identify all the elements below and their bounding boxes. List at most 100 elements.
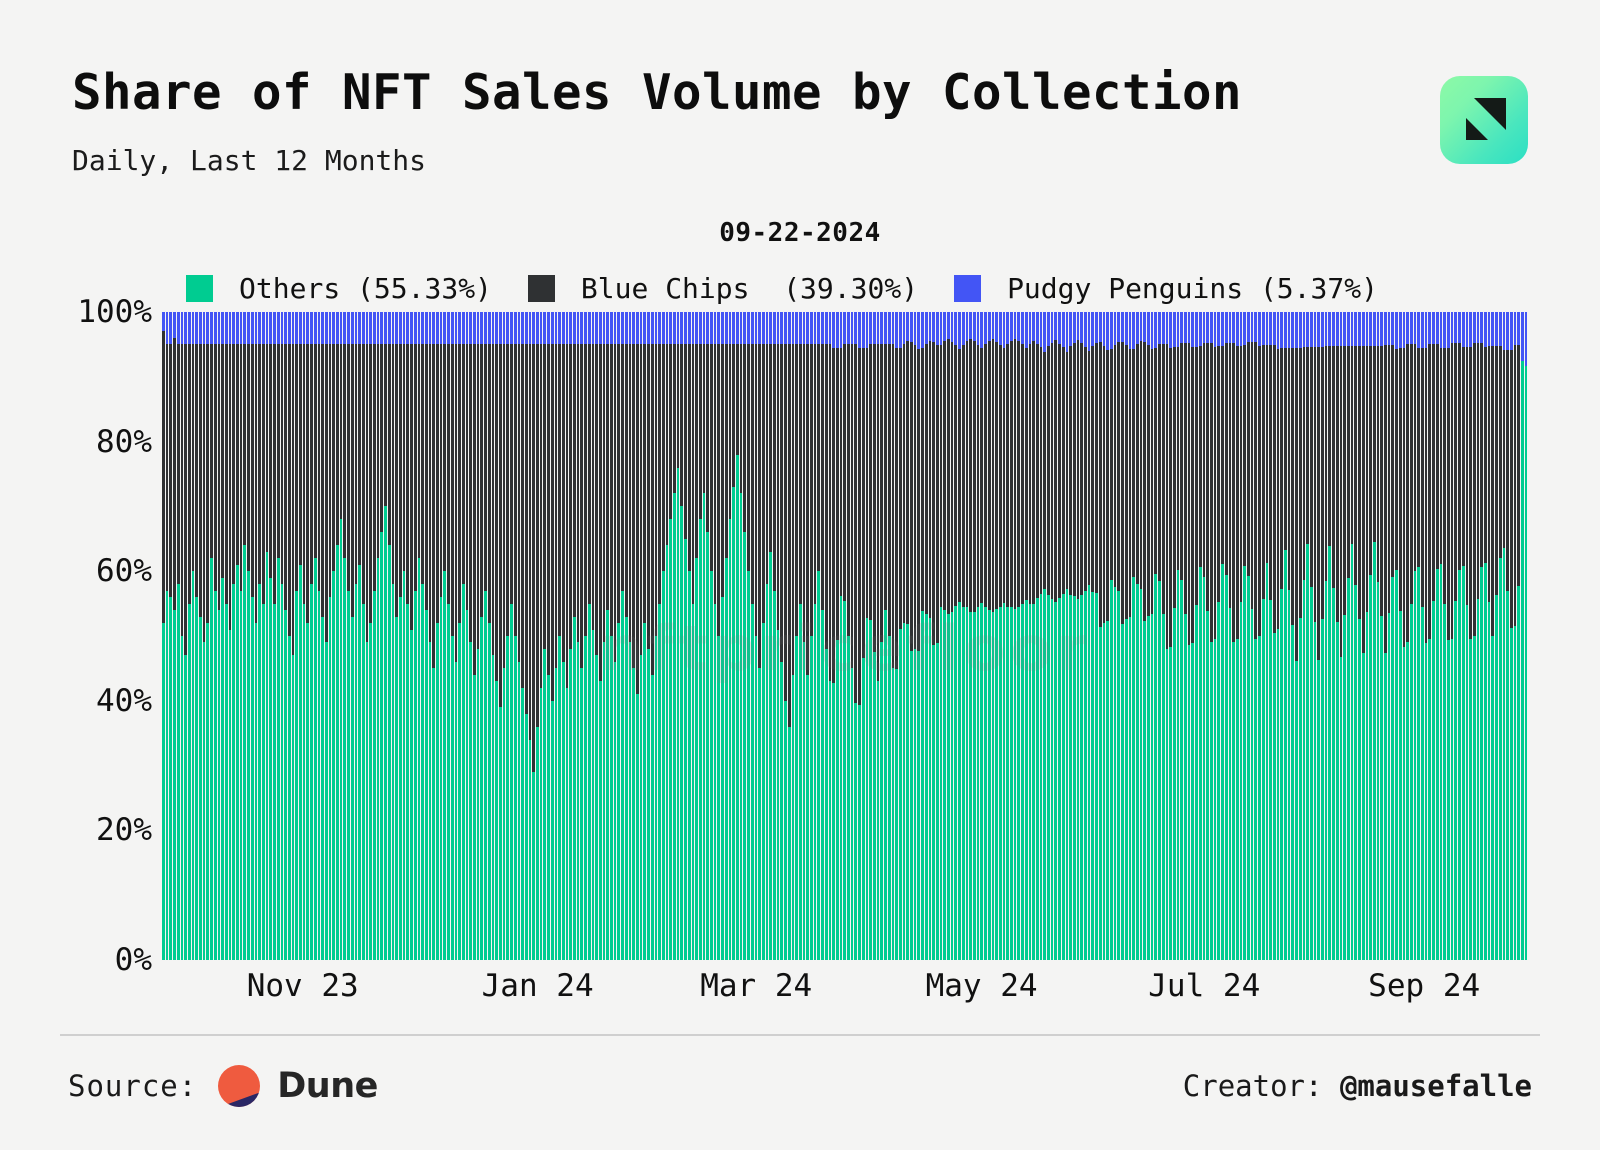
table-row[interactable]	[1010, 312, 1013, 960]
table-row[interactable]	[735, 312, 739, 960]
table-row[interactable]	[761, 312, 765, 960]
table-row[interactable]	[628, 312, 632, 960]
table-row[interactable]	[839, 312, 843, 960]
table-row[interactable]	[617, 312, 621, 960]
table-row[interactable]	[506, 312, 510, 960]
table-row[interactable]	[1272, 312, 1276, 960]
table-row[interactable]	[169, 312, 173, 960]
table-row[interactable]	[750, 312, 754, 960]
table-row[interactable]	[1280, 312, 1284, 960]
table-row[interactable]	[413, 312, 417, 960]
table-row[interactable]	[1343, 312, 1346, 960]
table-row[interactable]	[354, 312, 358, 960]
table-row[interactable]	[1491, 312, 1495, 960]
legend-item-blue-chips[interactable]: Blue Chips (39.30%)	[527, 272, 954, 305]
table-row[interactable]	[1372, 312, 1376, 960]
table-row[interactable]	[661, 312, 665, 960]
table-row[interactable]	[880, 312, 884, 960]
table-row[interactable]	[1295, 312, 1298, 960]
table-row[interactable]	[950, 312, 954, 960]
table-row[interactable]	[295, 312, 299, 960]
table-row[interactable]	[1261, 312, 1265, 960]
table-row[interactable]	[976, 312, 980, 960]
table-row[interactable]	[247, 312, 250, 960]
table-row[interactable]	[291, 312, 295, 960]
table-row[interactable]	[1328, 312, 1332, 960]
table-row[interactable]	[1124, 312, 1128, 960]
table-row[interactable]	[232, 312, 236, 960]
table-row[interactable]	[210, 312, 213, 960]
table-row[interactable]	[1154, 312, 1158, 960]
table-row[interactable]	[328, 312, 332, 960]
table-row[interactable]	[769, 312, 773, 960]
table-row[interactable]	[265, 312, 269, 960]
table-row[interactable]	[850, 312, 854, 960]
table-row[interactable]	[1413, 312, 1417, 960]
table-row[interactable]	[1110, 312, 1113, 960]
table-row[interactable]	[591, 312, 595, 960]
table-row[interactable]	[1443, 312, 1446, 960]
table-row[interactable]	[369, 312, 373, 960]
table-row[interactable]	[802, 312, 806, 960]
table-row[interactable]	[832, 312, 835, 960]
table-row[interactable]	[1002, 312, 1006, 960]
table-row[interactable]	[954, 312, 958, 960]
table-row[interactable]	[550, 312, 554, 960]
table-row[interactable]	[1406, 312, 1409, 960]
table-row[interactable]	[947, 312, 950, 960]
table-row[interactable]	[1324, 312, 1328, 960]
table-row[interactable]	[1165, 312, 1169, 960]
table-row[interactable]	[1432, 312, 1435, 960]
table-row[interactable]	[373, 312, 376, 960]
table-row[interactable]	[473, 312, 476, 960]
table-row[interactable]	[891, 312, 895, 960]
table-row[interactable]	[1391, 312, 1395, 960]
table-row[interactable]	[1521, 312, 1524, 960]
table-row[interactable]	[1361, 312, 1365, 960]
table-row[interactable]	[1176, 312, 1180, 960]
table-row[interactable]	[598, 312, 602, 960]
table-row[interactable]	[1409, 312, 1413, 960]
table-row[interactable]	[1195, 312, 1198, 960]
table-row[interactable]	[1158, 312, 1161, 960]
table-row[interactable]	[428, 312, 432, 960]
table-row[interactable]	[1509, 312, 1513, 960]
table-row[interactable]	[465, 312, 469, 960]
table-row[interactable]	[1524, 312, 1528, 960]
table-row[interactable]	[310, 312, 313, 960]
table-row[interactable]	[321, 312, 324, 960]
table-row[interactable]	[913, 312, 917, 960]
table-row[interactable]	[595, 312, 598, 960]
table-row[interactable]	[1187, 312, 1191, 960]
table-row[interactable]	[443, 312, 447, 960]
table-row[interactable]	[798, 312, 802, 960]
table-row[interactable]	[1039, 312, 1043, 960]
table-row[interactable]	[236, 312, 239, 960]
table-row[interactable]	[1454, 312, 1458, 960]
table-row[interactable]	[758, 312, 761, 960]
table-row[interactable]	[1143, 312, 1147, 960]
table-row[interactable]	[621, 312, 624, 960]
table-row[interactable]	[239, 312, 243, 960]
table-row[interactable]	[539, 312, 543, 960]
table-row[interactable]	[536, 312, 539, 960]
table-row[interactable]	[924, 312, 928, 960]
table-row[interactable]	[165, 312, 169, 960]
table-row[interactable]	[1102, 312, 1106, 960]
table-row[interactable]	[680, 312, 684, 960]
table-row[interactable]	[358, 312, 361, 960]
table-row[interactable]	[1161, 312, 1165, 960]
table-row[interactable]	[454, 312, 458, 960]
table-row[interactable]	[399, 312, 402, 960]
table-row[interactable]	[269, 312, 273, 960]
table-row[interactable]	[1065, 312, 1069, 960]
table-row[interactable]	[1239, 312, 1243, 960]
table-row[interactable]	[1017, 312, 1021, 960]
table-row[interactable]	[558, 312, 561, 960]
table-row[interactable]	[1350, 312, 1354, 960]
table-row[interactable]	[1191, 312, 1195, 960]
table-row[interactable]	[1506, 312, 1509, 960]
table-row[interactable]	[1043, 312, 1047, 960]
table-row[interactable]	[273, 312, 276, 960]
table-row[interactable]	[1258, 312, 1261, 960]
